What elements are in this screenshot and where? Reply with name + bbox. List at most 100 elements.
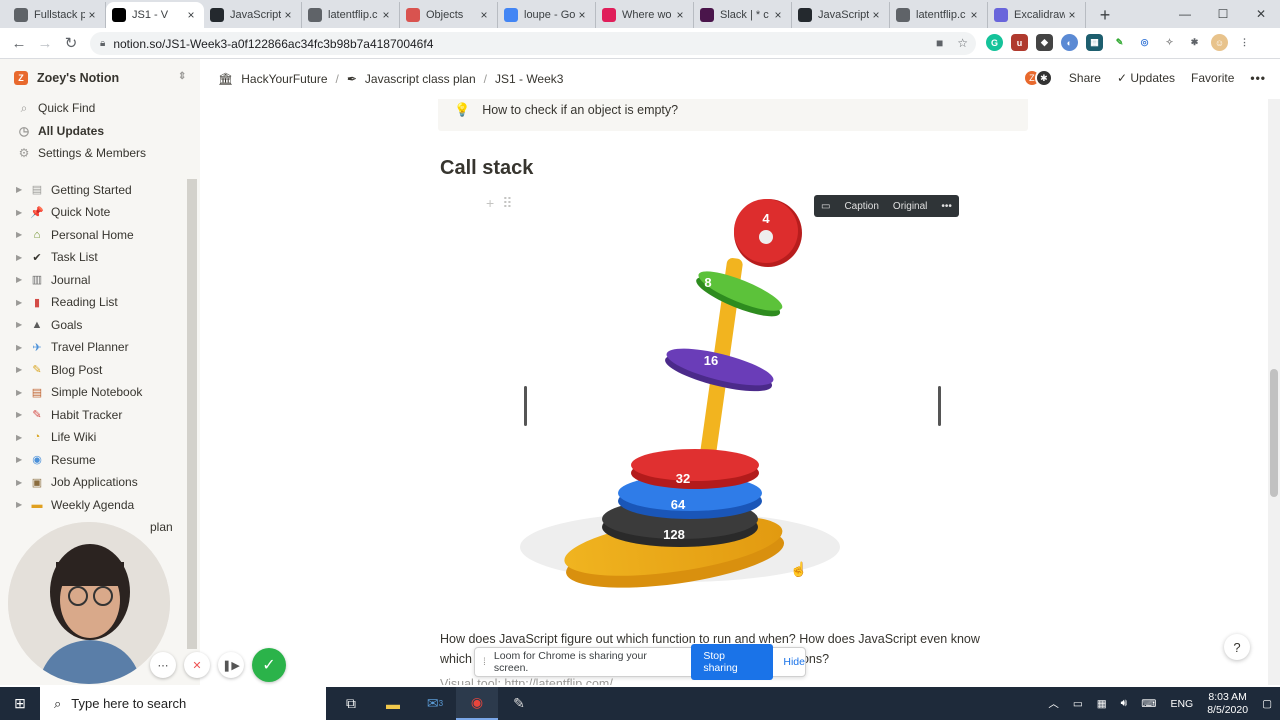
- ublock-icon[interactable]: u: [1011, 34, 1028, 51]
- caption-button[interactable]: Caption: [837, 201, 885, 212]
- close-tab-icon[interactable]: ×: [85, 8, 99, 22]
- workspace-switcher[interactable]: Z Zoey's Notion ⇕: [0, 59, 200, 97]
- drag-grip-icon[interactable]: ⁞: [483, 656, 486, 668]
- expand-triangle-icon[interactable]: ▶: [16, 298, 30, 307]
- expand-triangle-icon[interactable]: ▶: [16, 185, 30, 194]
- battery-icon[interactable]: ▭: [1073, 698, 1083, 710]
- sidebar-page-item[interactable]: ▶ ◉ Resume: [0, 449, 200, 472]
- share-button[interactable]: Share: [1069, 71, 1101, 85]
- sidebar-page-item[interactable]: ▶ ▬ Weekly Agenda: [0, 494, 200, 517]
- network-icon[interactable]: ▦: [1097, 698, 1107, 710]
- browser-tab[interactable]: latentflip.c ×: [302, 2, 400, 28]
- call-stack-image[interactable]: 4 8 16 32 64 128: [520, 197, 942, 617]
- sidebar-page-item[interactable]: ▶ ▤ Simple Notebook: [0, 381, 200, 404]
- loom-more-icon[interactable]: ⋯: [150, 652, 176, 678]
- sidebar-page-item[interactable]: ▶ 📌 Quick Note: [0, 201, 200, 224]
- close-tab-icon[interactable]: ×: [1065, 8, 1079, 22]
- browser-tab[interactable]: latentflip.c ×: [890, 2, 988, 28]
- close-tab-icon[interactable]: ×: [379, 8, 393, 22]
- extension-icon[interactable]: ◐: [1061, 34, 1078, 51]
- expand-triangle-icon[interactable]: ▶: [16, 365, 30, 374]
- extension-icon[interactable]: ✎: [1111, 34, 1128, 51]
- page-scrollbar[interactable]: [1268, 99, 1280, 685]
- sidebar-nav-item[interactable]: ⚙ Settings & Members: [0, 142, 200, 165]
- browser-tab[interactable]: Objects ×: [400, 2, 498, 28]
- more-options-icon[interactable]: •••: [1250, 71, 1266, 85]
- clock[interactable]: 8:03 AM 8/5/2020: [1207, 691, 1248, 717]
- extension-icon[interactable]: ✧: [1161, 34, 1178, 51]
- keyboard-icon[interactable]: ⌨: [1141, 698, 1156, 710]
- sidebar-page-item[interactable]: ▶ ▲ Goals: [0, 314, 200, 337]
- expand-triangle-icon[interactable]: ▶: [16, 253, 30, 262]
- breadcrumb-item[interactable]: 🏛 HackYourFuture: [218, 72, 328, 86]
- expand-triangle-icon[interactable]: ▶: [16, 275, 30, 284]
- windows-start-icon[interactable]: ⊞: [0, 687, 40, 720]
- browser-tab[interactable]: Slack | * c ×: [694, 2, 792, 28]
- forward-icon[interactable]: →: [32, 35, 58, 52]
- address-bar[interactable]: 🔒︎ notion.so/JS1-Week3-a0f122866ac34fc3b…: [90, 32, 976, 55]
- collaborator-avatars[interactable]: Z ✱: [1022, 69, 1053, 87]
- close-tab-icon[interactable]: ×: [673, 8, 687, 22]
- close-tab-icon[interactable]: ×: [967, 8, 981, 22]
- stop-sharing-button[interactable]: Stop sharing: [691, 644, 774, 680]
- close-window-icon[interactable]: ✕: [1242, 0, 1280, 28]
- scrollbar-thumb[interactable]: [1270, 369, 1278, 497]
- sidebar-page-item[interactable]: ▶ ◔ Life Wiki: [0, 426, 200, 449]
- task-view-icon[interactable]: ⧉: [330, 687, 372, 720]
- sidebar-page-item[interactable]: ▶ ▤ Getting Started: [0, 179, 200, 202]
- volume-icon[interactable]: 🔊︎: [1121, 697, 1128, 710]
- chrome-menu-icon[interactable]: ⋮: [1236, 34, 1253, 51]
- loom-pause-icon[interactable]: ❚▶: [218, 652, 244, 678]
- extension-icon[interactable]: ◎: [1136, 34, 1153, 51]
- browser-tab[interactable]: JavaScript ×: [792, 2, 890, 28]
- breadcrumb-item[interactable]: ✒ Javascript class plan: [347, 72, 476, 86]
- sidebar-page-item[interactable]: ▶ ⌂ Personal Home: [0, 224, 200, 247]
- language-indicator[interactable]: ENG: [1170, 698, 1193, 710]
- close-tab-icon[interactable]: ×: [575, 8, 589, 22]
- add-block-icon[interactable]: +: [486, 195, 494, 212]
- taskbar-search[interactable]: ⌕ Type here to search: [40, 687, 326, 720]
- expand-triangle-icon[interactable]: ▶: [16, 320, 30, 329]
- expand-triangle-icon[interactable]: ▶: [16, 388, 30, 397]
- expand-triangle-icon[interactable]: ▶: [16, 230, 30, 239]
- sidebar-page-item[interactable]: ▶ ✔ Task List: [0, 246, 200, 269]
- sidebar-page-item[interactable]: ▶ ▣ Job Applications: [0, 471, 200, 494]
- extension-icon[interactable]: ◆: [1036, 34, 1053, 51]
- sidebar-page-item[interactable]: ▶ ✎ Habit Tracker: [0, 404, 200, 427]
- sidebar-nav-item[interactable]: ◷ All Updates: [0, 120, 200, 143]
- callout-block[interactable]: 💡 How to check if an object is empty?: [438, 99, 1028, 131]
- resize-handle-left[interactable]: [524, 386, 527, 426]
- updates-button[interactable]: ✓ Updates: [1117, 71, 1175, 85]
- close-tab-icon[interactable]: ×: [281, 8, 295, 22]
- expand-triangle-icon[interactable]: ▶: [16, 500, 30, 509]
- maximize-icon[interactable]: ☐: [1204, 0, 1242, 28]
- chrome-icon[interactable]: ◉: [456, 687, 498, 720]
- close-tab-icon[interactable]: ×: [184, 8, 198, 22]
- expand-triangle-icon[interactable]: ▶: [16, 455, 30, 464]
- reload-icon[interactable]: ↻: [58, 34, 84, 52]
- original-button[interactable]: Original: [886, 201, 934, 212]
- browser-tab[interactable]: Excalidraw ×: [988, 2, 1086, 28]
- tray-chevron-icon[interactable]: ︿: [1048, 696, 1059, 711]
- drag-handle-icon[interactable]: ⠿: [502, 195, 512, 212]
- browser-tab[interactable]: loupe - Go ×: [498, 2, 596, 28]
- breadcrumb-item[interactable]: JS1 - Week3: [495, 72, 563, 86]
- expand-triangle-icon[interactable]: ▶: [16, 343, 30, 352]
- sidebar-page-item[interactable]: ▶ ✎ Blog Post: [0, 359, 200, 382]
- puzzle-icon[interactable]: ✱: [1186, 34, 1203, 51]
- notifications-icon[interactable]: ▢: [1262, 698, 1272, 710]
- bookmark-star-icon[interactable]: ☆: [957, 36, 968, 50]
- grammarly-icon[interactable]: G: [986, 34, 1003, 51]
- resize-handle-right[interactable]: [938, 386, 941, 426]
- image-more-icon[interactable]: •••: [934, 201, 959, 212]
- mail-icon[interactable]: ✉ 3: [414, 687, 456, 720]
- loom-cancel-icon[interactable]: ✕: [184, 652, 210, 678]
- heading-call-stack[interactable]: Call stack: [440, 157, 533, 180]
- sidebar-scrollbar[interactable]: [187, 179, 197, 649]
- visual-tool-link[interactable]: http://latentflip.com/: [504, 677, 612, 685]
- favorite-button[interactable]: Favorite: [1191, 71, 1234, 85]
- back-icon[interactable]: ←: [6, 35, 32, 52]
- sidebar-page-item[interactable]: ▶ ✈ Travel Planner: [0, 336, 200, 359]
- minimize-icon[interactable]: —: [1166, 0, 1204, 28]
- browser-tab[interactable]: JS1 - V ×: [106, 2, 204, 28]
